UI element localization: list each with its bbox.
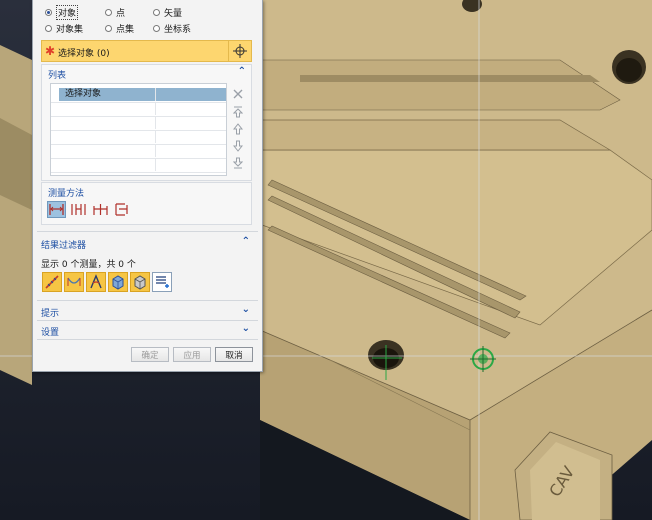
object-type-radio-row-2: 对象集 点集 坐标系 [45,21,205,35]
list-row[interactable] [51,158,226,173]
method-distance-button[interactable] [47,201,66,218]
filter-solid-button[interactable] [130,272,150,292]
move-up-button[interactable] [231,122,245,136]
distance-method-icon [49,204,64,215]
arrow-up-icon [233,123,243,135]
expand-chevron-icon[interactable]: ⌄ [242,304,250,315]
list-cell [59,131,65,141]
list-cell [59,117,65,127]
select-object-bar[interactable]: ✱ 选择对象 (0) [41,40,252,62]
radio-object[interactable]: 对象 [45,4,91,20]
measure-method-section: 测量方法 [41,182,252,225]
filter-curve-button[interactable] [64,272,84,292]
list-section: 列表 ⌃ 选择对象 [41,64,252,181]
list-row[interactable] [51,130,226,145]
radio-object-set[interactable]: 对象集 [45,22,91,35]
point-dialog-button[interactable] [228,41,251,61]
angle-filter-icon [90,274,102,289]
radio-label: 对象集 [56,24,84,35]
list-row[interactable] [51,102,226,117]
settings-section-header[interactable]: 设置 ⌄ [41,323,252,338]
method-projected-button[interactable] [69,201,88,218]
radio-label: 坐标系 [164,24,192,35]
cancel-button[interactable]: 取消 [215,347,253,362]
selection-list[interactable]: 选择对象 [50,83,227,176]
radio-label: 对象 [56,4,79,20]
collapse-chevron-icon[interactable]: ⌃ [238,66,246,77]
filter-distance-button[interactable] [42,272,62,292]
radio-csys[interactable]: 坐标系 [153,22,191,35]
curve-filter-icon [67,277,81,286]
measure-dialog: 对象 点 矢量 对象集 点集 坐标系 ✱ 选择对象 (0) 列表 ⌃ 选择对象 … [32,0,263,372]
collapse-chevron-icon[interactable]: ⌃ [242,236,250,247]
list-cell [59,103,65,113]
radio-dot-icon [45,24,52,32]
move-to-top-button[interactable] [231,105,245,119]
remove-button[interactable] [231,87,245,101]
list-row[interactable]: 选择对象 [51,88,226,103]
list-cell [59,145,65,155]
filter-angle-button[interactable] [86,272,106,292]
settings-section-title: 设置 [41,328,60,338]
radio-label: 点集 [116,24,135,35]
filter-options-button[interactable] [152,272,172,292]
radio-dot-icon [153,24,160,32]
arrow-down-icon [233,140,243,152]
crosshair-icon [233,44,247,58]
hint-section-title: 提示 [41,309,60,319]
face-filter-icon [112,275,124,290]
list-row[interactable] [51,144,226,159]
measure-method-title: 测量方法 [48,189,85,199]
radio-label: 矢量 [164,8,183,19]
result-filter-summary: 显示 0 个测量，共 0 个 [41,260,136,270]
projected-distance-icon [71,204,86,215]
radio-point[interactable]: 点 [105,6,139,19]
hint-section-header[interactable]: 提示 ⌄ [41,304,252,319]
list-cell [59,159,65,169]
radio-point-set[interactable]: 点集 [105,22,139,35]
list-row[interactable] [51,116,226,131]
required-star-icon: ✱ [45,44,56,58]
radio-vector[interactable]: 矢量 [153,6,182,19]
object-type-radio-row-1: 对象 点 矢量 [45,4,196,20]
method-length-button[interactable] [113,201,132,218]
filter-face-button[interactable] [108,272,128,292]
radio-label: 点 [116,8,126,19]
method-screen-button[interactable] [91,201,110,218]
list-cell: 选择对象 [65,89,102,99]
radio-dot-icon [105,8,112,16]
apply-button[interactable]: 应用 [173,347,211,362]
move-to-bottom-button[interactable] [231,156,245,170]
expand-chevron-icon[interactable]: ⌄ [242,323,250,334]
screen-distance-icon [93,204,108,215]
filter-list-icon [156,276,169,288]
result-filter-title: 结果过滤器 [41,241,87,251]
move-top-icon [233,106,243,118]
select-object-label: 选择对象 (0) [58,49,110,59]
close-icon [233,89,243,99]
distance-filter-icon [45,275,59,289]
radio-dot-icon [153,8,160,16]
list-section-title: 列表 [48,71,67,81]
length-method-icon [115,203,128,216]
radio-dot-icon [105,24,112,32]
move-bottom-icon [233,157,243,169]
solid-filter-icon [134,275,146,290]
ok-button[interactable]: 确定 [131,347,169,362]
move-down-button[interactable] [231,139,245,153]
result-filter-header[interactable]: 结果过滤器 ⌃ [41,236,252,251]
radio-dot-icon [45,8,52,16]
